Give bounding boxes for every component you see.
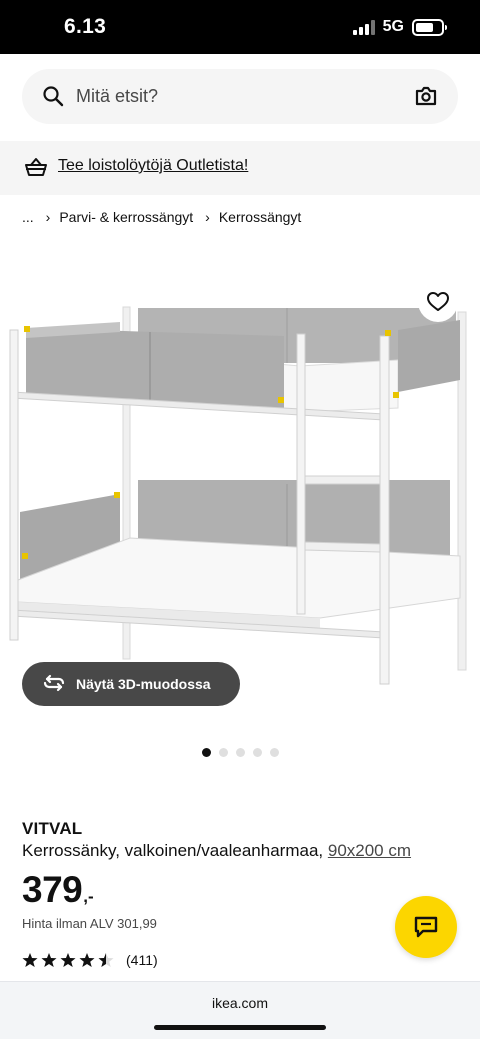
signal-icon bbox=[352, 19, 375, 35]
breadcrumb: ... › Parvi- & kerrossängyt › Kerrossäng… bbox=[22, 209, 301, 225]
star-icon bbox=[60, 953, 76, 967]
favorite-button[interactable] bbox=[418, 282, 458, 322]
carousel-dot[interactable] bbox=[201, 748, 211, 757]
carousel-dot[interactable] bbox=[252, 748, 262, 757]
product-description: Kerrossänky, valkoinen/vaaleanharmaa, 90… bbox=[22, 841, 411, 861]
outlet-promo-banner[interactable]: Tee loistolöytöjä Outletista! bbox=[0, 141, 480, 195]
heart-icon bbox=[427, 292, 449, 311]
rotate-icon bbox=[42, 674, 66, 695]
bunk-bed-image bbox=[9, 306, 467, 685]
product-name: VITVAL bbox=[22, 819, 83, 838]
price-suffix: ,- bbox=[83, 887, 94, 906]
product-size-link[interactable]: 90x200 cm bbox=[328, 841, 411, 860]
price-without-vat: Hinta ilman ALV 301,99 bbox=[22, 916, 157, 931]
price-value: 379 bbox=[22, 869, 83, 910]
camera-icon[interactable] bbox=[414, 85, 438, 112]
star-icon bbox=[22, 953, 38, 967]
chevron-right-icon: › bbox=[45, 209, 51, 225]
home-indicator[interactable] bbox=[154, 1025, 326, 1030]
carousel-dot[interactable] bbox=[235, 748, 245, 757]
product-rating[interactable]: (411) bbox=[22, 952, 158, 968]
network-label: 5G bbox=[382, 18, 404, 35]
search-icon bbox=[42, 85, 64, 112]
star-icon bbox=[41, 953, 57, 967]
review-count[interactable]: (411) bbox=[126, 952, 158, 968]
breadcrumb-kerrossangyt[interactable]: Kerrossängyt bbox=[219, 209, 301, 225]
outlet-promo-link[interactable]: Tee loistolöytöjä Outletista! bbox=[58, 157, 248, 175]
product-description-text: Kerrossänky, valkoinen/vaaleanharmaa, bbox=[22, 841, 328, 860]
carousel-dot[interactable] bbox=[218, 748, 228, 757]
status-bar: 6.13 5G bbox=[0, 0, 480, 54]
search-input[interactable] bbox=[76, 69, 396, 124]
breadcrumb-parvi[interactable]: Parvi- & kerrossängyt bbox=[59, 209, 193, 225]
star-icon bbox=[98, 953, 114, 967]
chat-button[interactable] bbox=[395, 896, 457, 958]
status-time: 6.13 bbox=[64, 15, 107, 38]
search-bar[interactable] bbox=[22, 69, 458, 124]
carousel-dot[interactable] bbox=[269, 748, 279, 757]
battery-icon bbox=[412, 18, 447, 36]
rating-stars bbox=[22, 952, 114, 968]
chevron-right-icon: › bbox=[205, 209, 210, 225]
star-icon bbox=[79, 953, 95, 967]
view-3d-label: Näytä 3D-muodossa bbox=[76, 676, 211, 692]
basket-icon bbox=[24, 155, 48, 184]
url-label[interactable]: ikea.com bbox=[0, 995, 480, 1011]
view-3d-button[interactable]: Näytä 3D-muodossa bbox=[22, 662, 240, 706]
carousel-dots[interactable] bbox=[0, 748, 480, 757]
browser-bottom-bar: ikea.com bbox=[0, 981, 480, 1039]
product-price: 379 ,- bbox=[22, 868, 94, 912]
breadcrumb-ellipsis[interactable]: ... bbox=[22, 209, 34, 225]
status-indicators: 5G bbox=[352, 18, 447, 36]
chat-icon bbox=[414, 916, 438, 938]
